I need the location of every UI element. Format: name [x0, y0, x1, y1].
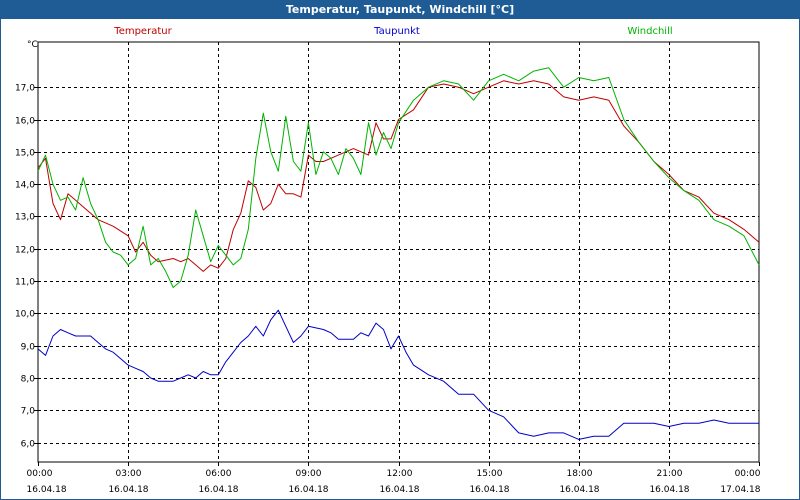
- y-axis-unit: °C: [27, 40, 38, 50]
- x-tick-date: 16.04.18: [649, 485, 689, 495]
- x-tick-date: 16.04.18: [379, 485, 419, 495]
- legend-item-temperatur: Temperatur: [113, 26, 172, 37]
- legend: Temperatur Taupunkt Windchill: [113, 26, 672, 37]
- legend-item-windchill: Windchill: [627, 26, 672, 37]
- chart-window: Temperatur, Taupunkt, Windchill [°C] 6,0…: [0, 0, 800, 500]
- x-tick-date: 16.04.18: [27, 485, 67, 495]
- plot-area: [37, 41, 760, 463]
- y-tick-label: 13,0: [15, 213, 35, 223]
- line-chart: 6,0 7,0 8,0 9,0 10,0 11,0 12,0 13,0 14,0 15,0 16,0…: [15, 26, 761, 495]
- y-tick-label: 11,0: [15, 278, 35, 288]
- x-tick-date: 16.04.18: [559, 485, 599, 495]
- x-tick-time: 00:00: [735, 469, 761, 479]
- y-tick-label: 8,0: [21, 375, 36, 385]
- x-tick-time: 21:00: [657, 469, 683, 479]
- y-axis-ticks: 6,0 7,0 8,0 9,0 10,0 11,0 12,0 13,0 14,0 15,0 16,0…: [15, 84, 38, 450]
- x-tick-time: 09:00: [296, 469, 322, 479]
- x-tick-date: 16.04.18: [288, 485, 328, 495]
- x-tick-date: 16.04.18: [198, 485, 238, 495]
- x-tick-time: 06:00: [206, 469, 232, 479]
- y-tick-label: 9,0: [21, 343, 36, 353]
- y-tick-label: 7,0: [21, 407, 36, 417]
- y-tick-label: 12,0: [15, 246, 35, 256]
- y-tick-label: 10,0: [15, 310, 35, 320]
- y-tick-label: 15,0: [15, 149, 35, 159]
- x-tick-date: 16.04.18: [469, 485, 509, 495]
- y-tick-label: 14,0: [15, 181, 35, 191]
- x-tick-time: 15:00: [477, 469, 503, 479]
- y-tick-label: 17,0: [15, 84, 35, 94]
- x-tick-date: 17.04.18: [720, 485, 760, 495]
- x-tick-date: 16.04.18: [108, 485, 148, 495]
- y-tick-label: 6,0: [21, 440, 36, 450]
- x-tick-time: 00:00: [27, 469, 53, 479]
- x-tick-time: 03:00: [116, 469, 142, 479]
- x-axis-ticks: 00:00 16.04.18 03:00 16.04.18 06:00 16.04.18 0…: [27, 462, 761, 495]
- x-tick-time: 12:00: [387, 469, 413, 479]
- legend-item-taupunkt: Taupunkt: [373, 26, 420, 37]
- y-tick-label: 16,0: [15, 117, 35, 127]
- x-tick-time: 18:00: [567, 469, 593, 479]
